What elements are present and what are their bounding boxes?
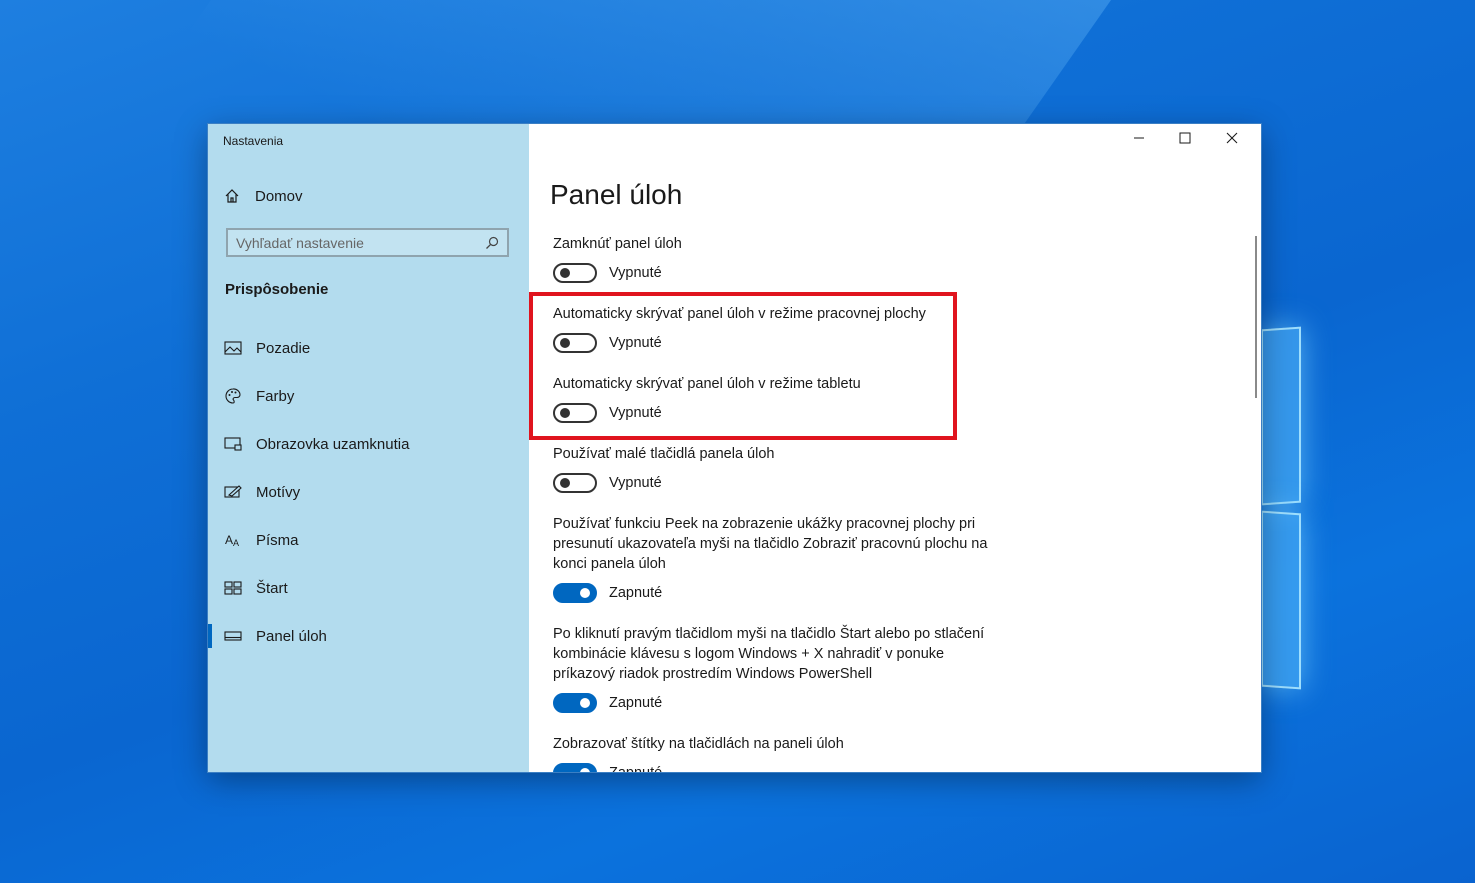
search-input[interactable] [236,234,476,252]
setting-label: Zobrazovať štítky na tlačidlách na panel… [553,736,844,752]
sidebar-item-pozadie[interactable]: Pozadie [208,328,529,368]
lock-screen-icon [223,434,243,454]
main-content: Panel úloh Zamknúť panel úloh Vypnuté Au… [529,124,1261,772]
toggle-state-label: Zapnuté [609,765,662,772]
sidebar-item-obrazovka-uzamknutia[interactable]: Obrazovka uzamknutia [208,424,529,464]
scrollbar[interactable] [1255,236,1257,398]
palette-icon [223,386,243,406]
setting-label: Po kliknutí pravým tlačidlom myši na tla… [553,626,985,682]
toggle-state-label: Zapnuté [609,585,663,601]
setting-label: Zamknúť panel úloh [553,236,682,252]
toggle-switch[interactable] [553,473,597,493]
selection-indicator [208,624,212,648]
toggle-switch[interactable] [553,763,597,772]
toggle-state-label: Vypnuté [609,405,662,421]
toggle-peek[interactable]: Zapnuté [553,582,662,604]
toggle-switch[interactable] [553,583,597,603]
sidebar: Nastavenia Domov Prispôsobenie Pozadie [208,124,529,772]
nav-home-label: Domov [255,187,303,205]
sidebar-item-label: Písma [256,531,299,549]
themes-icon [223,482,243,502]
sidebar-item-panel-uloh[interactable]: Panel úloh [208,616,529,656]
toggle-switch[interactable] [553,333,597,353]
toggle-state-label: Vypnuté [609,335,662,351]
toggle-switch[interactable] [553,403,597,423]
svg-text:A: A [233,538,239,548]
sidebar-item-label: Štart [256,579,288,597]
close-button[interactable] [1209,124,1255,156]
sidebar-item-start[interactable]: Štart [208,568,529,608]
sidebar-item-label: Motívy [256,483,301,501]
svg-text:A: A [225,533,233,547]
sidebar-item-motivy[interactable]: Motívy [208,472,529,512]
settings-window: Nastavenia Domov Prispôsobenie Pozadie [208,124,1261,772]
minimize-button[interactable] [1116,124,1162,156]
sidebar-item-label: Pozadie [256,339,311,357]
sidebar-item-pisma[interactable]: AA Písma [208,520,529,560]
nav-home[interactable]: Domov [223,184,303,208]
sidebar-item-label: Obrazovka uzamknutia [256,435,410,453]
toggle-switch[interactable] [553,263,597,283]
toggle-lock-taskbar[interactable]: Vypnuté [553,262,662,284]
home-icon [223,187,241,205]
sidebar-item-label: Farby [256,387,295,405]
minimize-icon [1133,131,1145,149]
toggle-state-label: Zapnuté [609,695,663,711]
fonts-icon: AA [223,530,243,550]
section-title: Prispôsobenie [225,281,329,298]
toggle-switch[interactable] [553,693,597,713]
sidebar-item-label: Panel úloh [256,627,327,645]
toggle-state-label: Vypnuté [609,265,662,281]
maximize-button[interactable] [1162,124,1208,156]
app-title: Nastavenia [223,134,284,148]
sidebar-item-farby[interactable]: Farby [208,376,529,416]
start-icon [223,578,243,598]
search-icon[interactable] [485,236,499,250]
page-title: Panel úloh [550,179,683,210]
setting-label: Používať malé tlačidlá panela úloh [553,446,775,462]
picture-icon [223,338,243,358]
setting-label: Automaticky skrývať panel úloh v režime … [553,376,861,392]
setting-label: Automaticky skrývať panel úloh v režime … [553,306,926,322]
toggle-small-buttons[interactable]: Vypnuté [553,472,662,494]
toggle-state-label: Vypnuté [609,475,662,491]
toggle-powershell[interactable]: Zapnuté [553,692,662,714]
maximize-icon [1179,131,1191,149]
setting-label: Používať funkciu Peek na zobrazenie ukáž… [553,516,988,572]
windows-logo-wallpaper [1255,326,1475,690]
taskbar-icon [223,626,243,646]
close-icon [1226,131,1238,149]
toggle-button-labels[interactable]: Zapnuté [553,762,662,772]
toggle-autohide-tablet[interactable]: Vypnuté [553,402,662,424]
toggle-autohide-desktop[interactable]: Vypnuté [553,332,662,354]
search-box[interactable] [226,228,509,257]
